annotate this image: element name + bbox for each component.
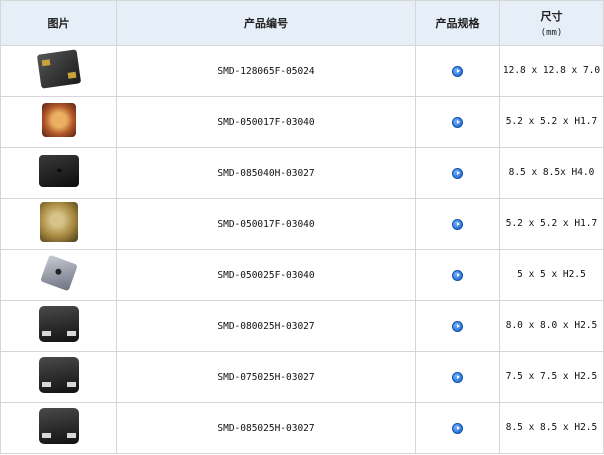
product-size: 8.5 x 8.5x H4.0 — [499, 147, 604, 199]
pad-shape — [41, 331, 51, 336]
product-thumbnail[interactable] — [36, 49, 81, 89]
product-spec-cell — [415, 300, 500, 352]
product-size: 5.2 x 5.2 x H1.7 — [499, 198, 604, 250]
product-thumbnail[interactable] — [38, 408, 79, 444]
product-code: SMD-050025F-03040 — [116, 249, 416, 301]
product-image-cell — [0, 402, 117, 454]
pad-shape — [41, 382, 51, 387]
table-row: SMD-080025H-03027 8.0 x 8.0 x H2.5 — [0, 300, 604, 352]
product-code: SMD-128065F-05024 — [116, 45, 416, 97]
product-thumbnail[interactable] — [38, 155, 79, 187]
table-row: SMD-085025H-03027 8.5 x 8.5 x H2.5 — [0, 402, 604, 454]
product-size: 5 x 5 x H2.5 — [499, 249, 604, 301]
product-code: SMD-085025H-03027 — [116, 402, 416, 454]
play-circle-icon[interactable] — [452, 320, 463, 332]
product-spec-cell — [415, 96, 500, 148]
product-size: 8.5 x 8.5 x H2.5 — [499, 402, 604, 454]
product-image-cell — [0, 45, 117, 97]
table-row: SMD-050025F-03040 5 x 5 x H2.5 — [0, 249, 604, 301]
header-size-unit: (mm) — [540, 28, 563, 38]
product-spec-cell — [415, 147, 500, 199]
play-circle-icon[interactable] — [452, 269, 463, 281]
product-table: 图片 产品编号 产品规格 尺寸 (mm) SMD-128065F-05024 1… — [0, 0, 604, 454]
table-row: SMD-085040H-03027 8.5 x 8.5x H4.0 — [0, 147, 604, 199]
product-code: SMD-050017F-03040 — [116, 198, 416, 250]
play-circle-icon[interactable] — [452, 218, 463, 230]
play-circle-icon[interactable] — [452, 371, 463, 383]
product-image-cell — [0, 198, 117, 250]
pin-shape — [67, 71, 76, 79]
table-header-row: 图片 产品编号 产品规格 尺寸 (mm) — [0, 0, 604, 46]
sound-hole-shape — [54, 267, 62, 276]
product-code: SMD-085040H-03027 — [116, 147, 416, 199]
product-image-cell — [0, 147, 117, 199]
product-spec-cell — [415, 351, 500, 403]
play-circle-icon[interactable] — [452, 167, 463, 179]
product-spec-cell — [415, 45, 500, 97]
product-thumbnail[interactable] — [41, 103, 76, 137]
product-thumbnail[interactable] — [38, 357, 79, 393]
product-thumbnail[interactable] — [38, 306, 79, 342]
pad-shape — [66, 382, 76, 387]
product-code: SMD-050017F-03040 — [116, 96, 416, 148]
product-spec-cell — [415, 249, 500, 301]
product-size: 12.8 x 12.8 x 7.0 — [499, 45, 604, 97]
header-size: 尺寸 (mm) — [499, 0, 604, 46]
table-row: SMD-050017F-03040 5.2 x 5.2 x H1.7 — [0, 198, 604, 250]
product-size: 5.2 x 5.2 x H1.7 — [499, 96, 604, 148]
product-image-cell — [0, 351, 117, 403]
product-size: 8.0 x 8.0 x H2.5 — [499, 300, 604, 352]
table-row: SMD-050017F-03040 5.2 x 5.2 x H1.7 — [0, 96, 604, 148]
table-row: SMD-128065F-05024 12.8 x 12.8 x 7.0 — [0, 45, 604, 97]
sound-hole-shape — [55, 168, 63, 173]
pad-shape — [41, 433, 51, 438]
header-spec: 产品规格 — [415, 0, 500, 46]
header-code: 产品编号 — [116, 0, 416, 46]
product-image-cell — [0, 300, 117, 352]
table-row: SMD-075025H-03027 7.5 x 7.5 x H2.5 — [0, 351, 604, 403]
play-circle-icon[interactable] — [452, 65, 463, 77]
pad-shape — [66, 331, 76, 336]
product-size: 7.5 x 7.5 x H2.5 — [499, 351, 604, 403]
pin-shape — [41, 59, 50, 67]
product-spec-cell — [415, 198, 500, 250]
product-code: SMD-075025H-03027 — [116, 351, 416, 403]
header-size-label: 尺寸 — [540, 10, 563, 23]
product-code: SMD-080025H-03027 — [116, 300, 416, 352]
product-spec-cell — [415, 402, 500, 454]
product-image-cell — [0, 96, 117, 148]
product-thumbnail[interactable] — [39, 202, 78, 242]
product-image-cell — [0, 249, 117, 301]
play-circle-icon[interactable] — [452, 422, 463, 434]
header-image: 图片 — [0, 0, 117, 46]
pad-shape — [66, 433, 76, 438]
play-circle-icon[interactable] — [452, 116, 463, 128]
product-thumbnail[interactable] — [39, 254, 78, 292]
